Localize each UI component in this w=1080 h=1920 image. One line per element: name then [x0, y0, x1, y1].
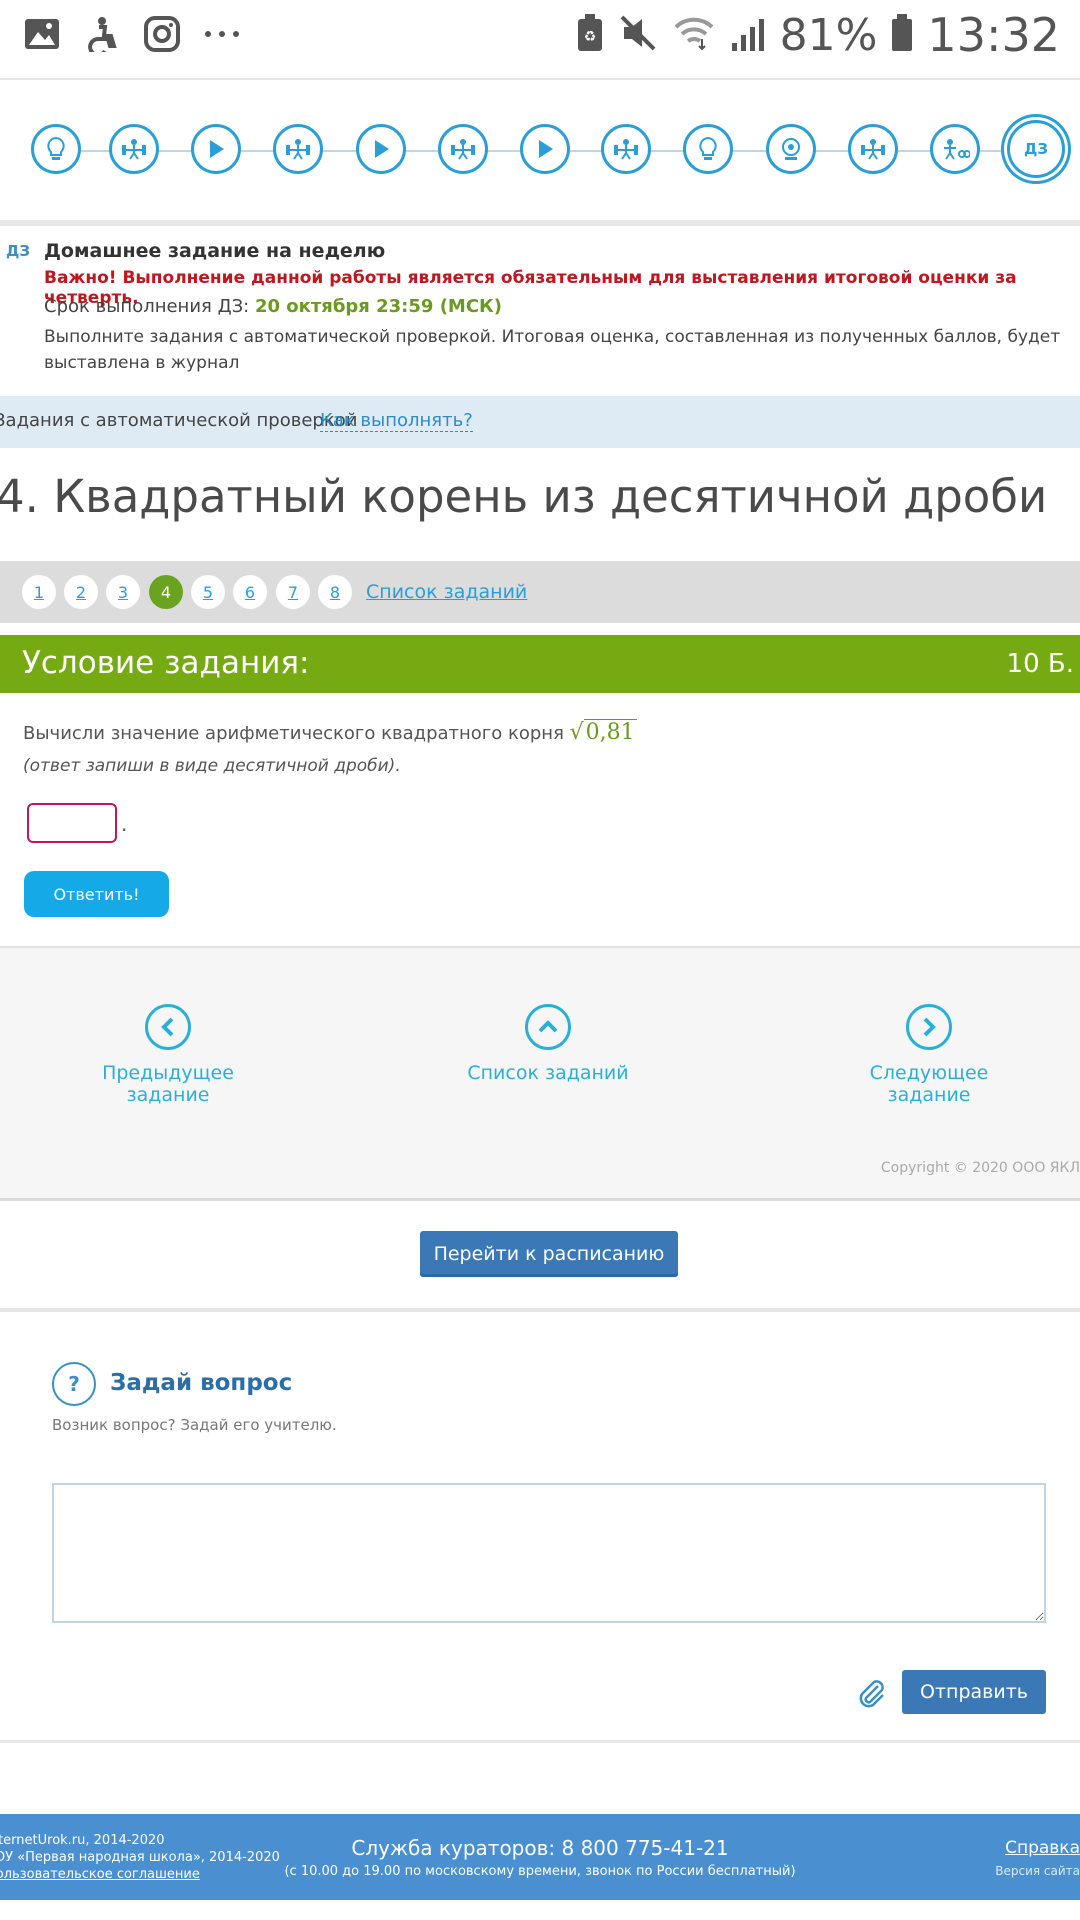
mute-icon	[618, 13, 658, 57]
answer-suffix: .	[121, 812, 128, 836]
image-icon	[22, 14, 62, 54]
page-3[interactable]: 3	[106, 575, 140, 609]
step-bulb-icon[interactable]	[683, 124, 733, 174]
page-4-active[interactable]: 4	[149, 575, 183, 609]
task-navigation: Предыдущее задание Список заданий Следую…	[0, 946, 1080, 1201]
help-link[interactable]: Справка	[1005, 1838, 1080, 1858]
question-label: Вычисли значение арифметического квадрат…	[23, 723, 564, 744]
bottom-strip	[0, 1900, 1080, 1920]
task-title: 4. Квадратный корень из десятичной дроби	[0, 470, 1048, 523]
page-1[interactable]: 1	[22, 575, 56, 609]
ask-title: Задай вопрос	[110, 1370, 293, 1396]
condition-header: Условие задания: 10 Б.	[0, 635, 1080, 693]
answer-input[interactable]	[27, 803, 117, 843]
task-list-nav-link[interactable]: Список заданий	[448, 1004, 648, 1084]
step-homework[interactable]: ДЗ	[1007, 120, 1065, 178]
auto-check-bar: Задания с автоматической проверкой Как в…	[0, 396, 1080, 448]
curators-hours: (с 10.00 до 19.00 по московскому времени…	[284, 1864, 796, 1879]
svg-text:♻: ♻	[583, 29, 596, 45]
page-8[interactable]: 8	[318, 575, 352, 609]
signal-icon	[730, 13, 766, 57]
step-trainer-icon[interactable]	[109, 124, 159, 174]
curators-phone: Служба кураторов: 8 800 775-41-21	[351, 1836, 729, 1860]
step-play-icon[interactable]	[191, 124, 241, 174]
battery-icon	[891, 13, 913, 57]
task-list-nav-label: Список заданий	[467, 1062, 629, 1084]
prev-task-link[interactable]: Предыдущее задание	[68, 1004, 268, 1106]
page-5[interactable]: 5	[191, 575, 225, 609]
submit-answer-button[interactable]: Ответить!	[24, 871, 169, 917]
step-test-icon[interactable]	[930, 124, 980, 174]
chevron-right-icon	[906, 1004, 952, 1050]
question-text: Вычисли значение арифметического квадрат…	[23, 719, 637, 745]
homework-block: ДЗ Домашнее задание на неделю Важно! Вып…	[0, 226, 1080, 396]
accessibility-icon	[82, 14, 122, 54]
copyright: Copyright © 2020 ООО ЯКЛ	[880, 1160, 1080, 1176]
step-play-icon[interactable]	[520, 124, 570, 174]
deadline-value: 20 октября 23:59 (МСК)	[254, 296, 502, 317]
sqrt-expression: √0,81	[569, 719, 637, 745]
chevron-left-icon	[145, 1004, 191, 1050]
instagram-icon	[142, 14, 182, 54]
points-badge: 10 Б.	[1006, 649, 1074, 679]
step-trainer-icon[interactable]	[848, 124, 898, 174]
ask-subtitle: Возник вопрос? Задай его учителю.	[52, 1416, 337, 1434]
step-webcam-icon[interactable]	[766, 124, 816, 174]
footer: InternetUrok.ru, 2014-2020 ЧОУ «Первая н…	[0, 1814, 1080, 1900]
next-task-link[interactable]: Следующее задание	[829, 1004, 1029, 1106]
page-6[interactable]: 6	[233, 575, 267, 609]
homework-title: Домашнее задание на неделю	[44, 240, 386, 262]
go-to-schedule-button[interactable]: Перейти к расписанию	[420, 1231, 678, 1277]
battery-percent: 81%	[779, 9, 878, 61]
status-bar: ♻ 81% 13:32	[0, 0, 1080, 80]
lesson-steps: ДЗ	[0, 80, 1080, 226]
how-to-link[interactable]: Как выполнять?	[320, 410, 473, 432]
step-play-icon[interactable]	[356, 124, 406, 174]
task-pager: 1 2 3 4 5 6 7 8 Список заданий	[0, 561, 1080, 623]
next-task-label: Следующее задание	[869, 1062, 989, 1106]
homework-description: Выполните задания с автоматической прове…	[44, 327, 1061, 373]
divider	[0, 1308, 1080, 1312]
prev-task-label: Предыдущее задание	[102, 1062, 234, 1106]
more-icon	[202, 14, 242, 54]
answer-hint: (ответ запиши в виде десятичной дроби).	[23, 756, 401, 776]
attach-icon[interactable]	[856, 1678, 886, 1708]
homework-tag: ДЗ	[6, 242, 31, 260]
task-list-link[interactable]: Список заданий	[366, 581, 527, 603]
send-button[interactable]: Отправить	[902, 1670, 1046, 1714]
auto-check-label: Задания с автоматической проверкой	[0, 410, 358, 431]
step-trainer-icon[interactable]	[601, 124, 651, 174]
site-version-link[interactable]: Версия сайта	[995, 1864, 1080, 1878]
deadline-label: Срок выполнения ДЗ:	[44, 296, 255, 317]
chevron-up-icon	[525, 1004, 571, 1050]
wifi-icon	[672, 13, 716, 57]
divider	[0, 1740, 1080, 1743]
step-trainer-icon[interactable]	[273, 124, 323, 174]
page-2[interactable]: 2	[64, 575, 98, 609]
battery-saver-icon: ♻	[576, 13, 604, 57]
homework-deadline: Срок выполнения ДЗ: 20 октября 23:59 (МС…	[44, 296, 502, 317]
step-trainer-icon[interactable]	[438, 124, 488, 174]
condition-title: Условие задания:	[22, 645, 310, 681]
radicand: 0,81	[583, 719, 637, 745]
question-textarea[interactable]	[52, 1483, 1046, 1623]
page-7[interactable]: 7	[276, 575, 310, 609]
question-icon: ?	[52, 1362, 96, 1406]
clock: 13:32	[927, 8, 1060, 62]
step-bulb-icon[interactable]	[31, 124, 81, 174]
